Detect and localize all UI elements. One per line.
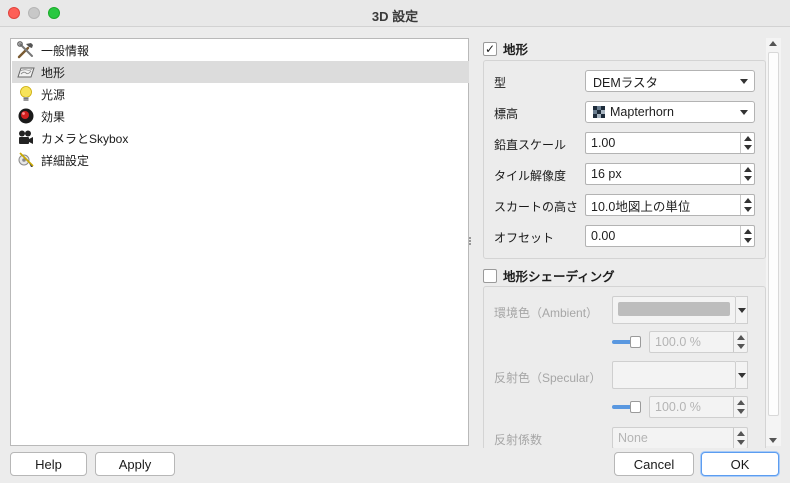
step-down-icon[interactable] [737,409,745,414]
terrain-type-combo[interactable]: DEMラスタ [585,70,755,92]
elevation-layer-combo[interactable]: Mapterhorn [585,101,755,123]
ambient-color-dropdown[interactable] [736,296,748,324]
step-down-icon[interactable] [737,440,745,445]
skirt-height-value: 10.0地図上の単位 [591,199,691,214]
advanced-settings-icon [17,151,35,169]
light-bulb-icon [17,85,35,103]
sidebar-item-terrain[interactable]: 地形 [12,61,469,83]
specular-color-button[interactable] [612,361,736,389]
spin-stepper[interactable] [733,397,747,417]
effects-sphere-icon [17,107,35,125]
ambient-color-swatch [618,302,730,316]
shading-group-header[interactable]: 地形シェーディング [483,266,615,285]
ambient-opacity-slider[interactable] [612,335,642,349]
step-down-icon[interactable] [744,176,752,181]
terrain-enable-checkbox[interactable]: ✓ [483,41,497,56]
elevation-label: 標高 [494,107,519,121]
vertical-scale-label: 鉛直スケール [494,138,567,152]
terrain-group: 型 DEMラスタ 標高 Mapterhorn 鉛直スケール 1.00 タイル解像… [483,60,766,259]
spin-stepper[interactable] [733,428,747,448]
terrain-map-icon [17,63,35,81]
specular-opacity-value: 100.0 % [655,400,701,414]
settings-scrollbar[interactable] [766,38,781,446]
hammer-wrench-icon [17,41,35,59]
step-up-icon[interactable] [744,136,752,141]
terrain-group-header[interactable]: ✓ 地形 [483,39,528,58]
terrain-settings-panel: ✓ 地形 型 DEMラスタ 標高 Mapterhorn 鉛直スケール 1.00 … [481,38,766,448]
tile-resolution-value: 16 px [591,167,622,181]
window-title: 3D 設定 [371,9,419,24]
shininess-placeholder: None [618,431,648,445]
spin-stepper[interactable] [733,332,747,352]
offset-spinbox[interactable]: 0.00 [585,225,755,247]
camera-icon [17,129,35,147]
panel-splitter-handle[interactable] [468,236,472,248]
cancel-button[interactable]: Cancel [614,452,694,476]
settings-category-list[interactable]: 一般情報 地形 光源 効果 カメラとSkybox 詳細設定 [10,38,469,446]
spin-stepper[interactable] [740,226,754,246]
tile-resolution-label: タイル解像度 [494,169,567,183]
scroll-up-icon[interactable] [769,41,777,46]
spin-stepper[interactable] [740,195,754,215]
step-up-icon[interactable] [744,229,752,234]
chevron-down-icon [738,373,746,378]
spin-stepper[interactable] [740,133,754,153]
step-up-icon[interactable] [744,167,752,172]
shininess-spinbox[interactable]: None [612,427,748,448]
offset-label: オフセット [494,231,555,245]
ambient-label: 環境色（Ambient） [494,306,599,320]
sidebar-item-lights[interactable]: 光源 [12,83,469,105]
spin-stepper[interactable] [740,164,754,184]
vertical-scale-value: 1.00 [591,136,616,150]
specular-label: 反射色（Specular） [494,371,602,385]
sidebar-item-camera-skybox[interactable]: カメラとSkybox [12,127,469,149]
step-up-icon[interactable] [737,431,745,436]
apply-button[interactable]: Apply [95,452,175,476]
offset-value: 0.00 [591,229,616,243]
ambient-opacity-value: 100.0 % [655,335,701,349]
vertical-scale-spinbox[interactable]: 1.00 [585,132,755,154]
sidebar-item-label: 光源 [41,87,66,102]
sidebar-item-general[interactable]: 一般情報 [12,39,469,61]
shininess-label: 反射係数 [494,433,543,447]
chevron-down-icon [740,79,748,84]
chevron-down-icon [740,110,748,115]
shading-enable-checkbox[interactable] [483,268,497,283]
ambient-opacity-spinbox[interactable]: 100.0 % [649,331,748,353]
sidebar-item-effects[interactable]: 効果 [12,105,469,127]
step-down-icon[interactable] [744,238,752,243]
step-up-icon[interactable] [737,400,745,405]
shading-group: 環境色（Ambient） 100.0 % 反射色（Specular） 100.0… [483,286,766,448]
step-down-icon[interactable] [744,145,752,150]
scroll-down-icon[interactable] [769,438,777,443]
shading-group-title: 地形シェーディング [503,270,615,284]
chevron-down-icon [738,308,746,313]
specular-opacity-slider[interactable] [612,400,642,414]
sidebar-item-label: 効果 [41,109,66,124]
skirt-height-spinbox[interactable]: 10.0地図上の単位 [585,194,755,216]
specular-opacity-spinbox[interactable]: 100.0 % [649,396,748,418]
sidebar-item-advanced[interactable]: 詳細設定 [12,149,469,171]
step-up-icon[interactable] [737,335,745,340]
sidebar-item-label: カメラとSkybox [41,131,129,146]
tile-resolution-spinbox[interactable]: 16 px [585,163,755,185]
step-down-icon[interactable] [737,344,745,349]
step-down-icon[interactable] [744,207,752,212]
sidebar-item-label: 詳細設定 [41,153,90,168]
terrain-group-title: 地形 [503,43,529,57]
specular-color-dropdown[interactable] [736,361,748,389]
title-bar: 3D 設定 [0,0,790,27]
step-up-icon[interactable] [744,198,752,203]
ok-button[interactable]: OK [701,452,779,476]
raster-layer-icon [593,106,605,118]
elevation-layer-value: Mapterhorn [610,105,674,119]
sidebar-item-label: 一般情報 [41,43,90,58]
terrain-type-label: 型 [494,76,507,90]
help-button[interactable]: Help [10,452,87,476]
terrain-type-value: DEMラスタ [593,75,659,90]
ambient-color-button[interactable] [612,296,736,324]
sidebar-item-label: 地形 [41,65,66,80]
scrollbar-thumb[interactable] [768,52,779,416]
skirt-height-label: スカートの高さ [494,200,579,214]
